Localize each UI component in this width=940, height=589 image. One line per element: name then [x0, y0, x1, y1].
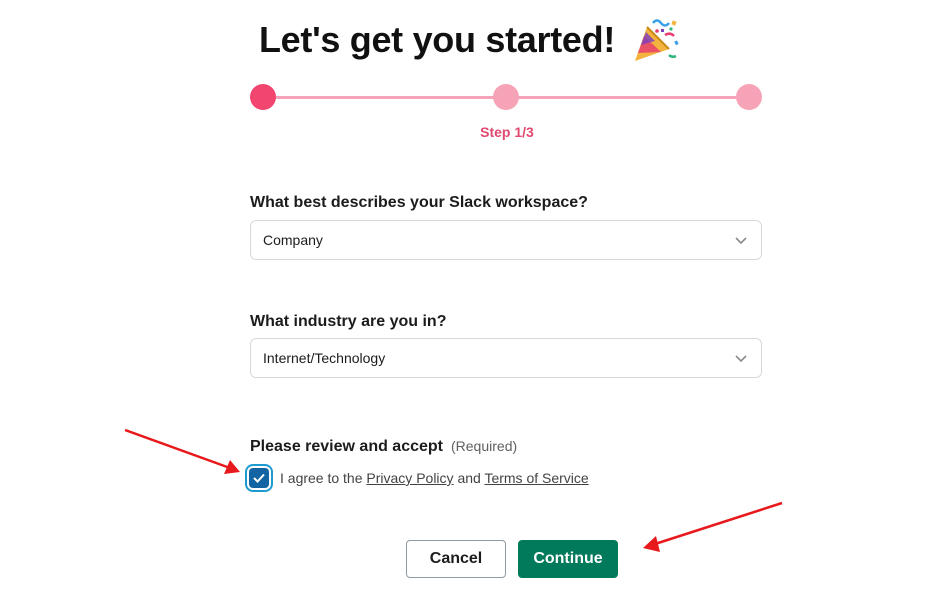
cancel-button[interactable]: Cancel	[406, 540, 506, 578]
agree-prefix: I agree to the	[280, 470, 363, 486]
industry-select[interactable]: Internet/Technology	[250, 338, 762, 378]
step-2-dot	[493, 84, 519, 110]
arrow-to-checkbox	[124, 428, 240, 474]
progress-stepper	[250, 84, 764, 112]
review-section: Please review and accept (Required)	[250, 438, 517, 456]
step-1-dot	[250, 84, 276, 110]
step-3-dot	[736, 84, 762, 110]
workspace-type-label: What best describes your Slack workspace…	[250, 194, 588, 211]
chevron-down-icon	[735, 355, 747, 363]
chevron-down-icon	[735, 237, 747, 245]
workspace-type-value: Company	[263, 232, 323, 248]
party-popper-icon	[635, 19, 679, 61]
workspace-type-select[interactable]: Company	[250, 220, 762, 260]
page-header: Let's get you started!	[0, 8, 940, 72]
agree-checkbox[interactable]	[249, 468, 269, 488]
checkmark-icon	[253, 473, 265, 483]
review-heading: Please review and accept	[250, 438, 443, 455]
terms-of-service-link[interactable]: Terms of Service	[484, 470, 588, 486]
arrow-to-continue	[643, 501, 783, 552]
industry-value: Internet/Technology	[263, 350, 386, 366]
privacy-policy-link[interactable]: Privacy Policy	[366, 470, 453, 486]
agree-conjunction: and	[457, 470, 481, 486]
industry-label: What industry are you in?	[250, 313, 447, 330]
agree-text: I agree to the Privacy Policy and Terms …	[280, 470, 589, 486]
page-title: Let's get you started!	[258, 19, 616, 60]
continue-button[interactable]: Continue	[518, 540, 618, 578]
step-indicator-label: Step 1/3	[480, 124, 534, 140]
agree-row: I agree to the Privacy Policy and Terms …	[247, 466, 589, 490]
required-note: (Required)	[451, 438, 518, 454]
